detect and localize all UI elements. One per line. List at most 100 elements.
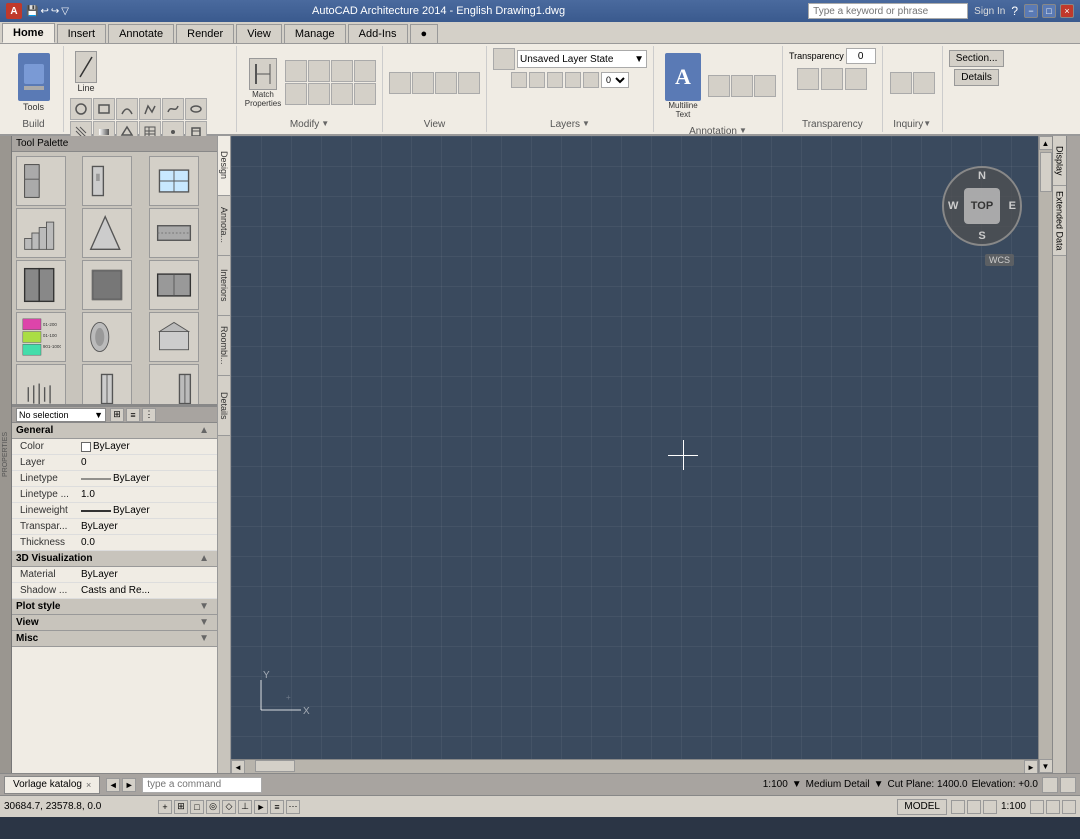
leader-btn[interactable]: [731, 75, 753, 97]
h-scroll-track[interactable]: [245, 760, 1024, 773]
close-btn[interactable]: ×: [1060, 4, 1074, 18]
tab-extra[interactable]: ●: [410, 24, 439, 43]
tab-nav-left[interactable]: ◄: [106, 778, 120, 792]
scroll-thumb[interactable]: [1040, 152, 1052, 192]
palette-item-door3[interactable]: [16, 260, 66, 310]
inquiry-dropdown-arrow[interactable]: ▼: [923, 119, 931, 128]
multiline-text-button[interactable]: A MultilineText: [660, 48, 706, 124]
status-icon-polar[interactable]: ◎: [206, 800, 220, 814]
trim-btn[interactable]: [308, 83, 330, 105]
palette-item-door5[interactable]: [149, 260, 199, 310]
props-icon-2[interactable]: ≡: [126, 408, 140, 422]
model-button[interactable]: MODEL: [897, 799, 947, 815]
model-icon-3[interactable]: [983, 800, 997, 814]
detail-dropdown-arrow[interactable]: ▼: [874, 779, 884, 790]
section-button[interactable]: Section...: [949, 50, 1005, 67]
search-input[interactable]: [808, 3, 968, 19]
tab-view[interactable]: View: [236, 24, 282, 43]
circle-btn[interactable]: [70, 98, 92, 120]
scroll-down-btn[interactable]: ▼: [1039, 759, 1053, 773]
match-props-button[interactable]: MatchProperties: [243, 55, 283, 111]
scroll-up-btn[interactable]: ▲: [1039, 136, 1053, 150]
inquiry-icon-2[interactable]: [913, 72, 935, 94]
palette-item-material2[interactable]: [82, 312, 132, 362]
status-icon-dynin[interactable]: ►: [254, 800, 268, 814]
palette-item-material3[interactable]: [149, 312, 199, 362]
tab-extended-data[interactable]: Extended Data: [1053, 186, 1066, 256]
drawing-canvas[interactable]: N S E W TOP WCS Y X + ▲: [231, 136, 1052, 773]
selection-dropdown[interactable]: No selection ▼: [16, 408, 106, 422]
tab-vorlage[interactable]: Vorlage katalog ×: [4, 776, 100, 794]
polyline-btn[interactable]: [139, 98, 161, 120]
tab-render[interactable]: Render: [176, 24, 234, 43]
mirror-btn[interactable]: [354, 60, 376, 82]
sign-in-btn[interactable]: Sign In: [974, 6, 1005, 17]
copy-btn[interactable]: [308, 60, 330, 82]
palette-item-detail3[interactable]: [149, 364, 199, 406]
palette-item-door1[interactable]: [16, 156, 66, 206]
tab-annota[interactable]: Annota...: [218, 196, 230, 256]
layer-icon-1[interactable]: [511, 72, 527, 88]
layer-icon-2[interactable]: [529, 72, 545, 88]
palette-item-material1[interactable]: 01-200 01-100 901-1000: [16, 312, 66, 362]
palette-item-stair1[interactable]: [16, 208, 66, 258]
layer-icon-3[interactable]: [547, 72, 563, 88]
layer-select[interactable]: 0: [601, 72, 629, 88]
tab-addins[interactable]: Add-Ins: [348, 24, 408, 43]
view-icon-2[interactable]: [1060, 777, 1076, 793]
tab-interiors[interactable]: Interiors: [218, 256, 230, 316]
scale-dropdown-arrow[interactable]: ▼: [792, 779, 802, 790]
props-icon-3[interactable]: ⋮: [142, 408, 156, 422]
model-icon-2[interactable]: [967, 800, 981, 814]
transparency-icon-3[interactable]: [845, 68, 867, 90]
status-icon-otrack[interactable]: ⊥: [238, 800, 252, 814]
details-button[interactable]: Details: [954, 69, 999, 86]
tab-close-vorlage[interactable]: ×: [86, 780, 91, 790]
status-icon-ortho[interactable]: □: [190, 800, 204, 814]
line-button[interactable]: Line: [70, 48, 102, 96]
scale-btn[interactable]: [285, 83, 307, 105]
compass-center-btn[interactable]: TOP: [964, 188, 1000, 224]
transparency-icon-2[interactable]: [821, 68, 843, 90]
view-section-header[interactable]: View ▼: [12, 615, 217, 631]
status-icon-osnap[interactable]: ◇: [222, 800, 236, 814]
palette-item-door4[interactable]: [82, 260, 132, 310]
layers-dropdown-arrow[interactable]: ▼: [582, 119, 590, 128]
status-icon-grid[interactable]: ⊞: [174, 800, 188, 814]
tab-home[interactable]: Home: [2, 23, 55, 43]
spline-btn[interactable]: [162, 98, 184, 120]
tab-display[interactable]: Display: [1053, 136, 1066, 186]
move-btn[interactable]: [285, 60, 307, 82]
minimize-btn[interactable]: −: [1024, 4, 1038, 18]
tab-annotate[interactable]: Annotate: [108, 24, 174, 43]
more-icon-1[interactable]: [1030, 800, 1044, 814]
tools-button[interactable]: Tools: [13, 48, 55, 117]
palette-item-wall1[interactable]: [149, 208, 199, 258]
erase-btn[interactable]: [354, 83, 376, 105]
layer-icon-4[interactable]: [565, 72, 581, 88]
h-scroll-thumb[interactable]: [255, 760, 295, 772]
plot-style-section-header[interactable]: Plot style ▼: [12, 599, 217, 615]
model-icon-1[interactable]: [951, 800, 965, 814]
view3d-btn[interactable]: [458, 72, 480, 94]
status-icon-snap[interactable]: +: [158, 800, 172, 814]
dim-btn[interactable]: [708, 75, 730, 97]
pan-btn[interactable]: [412, 72, 434, 94]
scroll-right-btn[interactable]: ►: [1024, 760, 1038, 773]
command-input[interactable]: [142, 777, 262, 793]
palette-item-detail2[interactable]: [82, 364, 132, 406]
tab-details-panel[interactable]: Details: [218, 376, 230, 436]
layer-state-dropdown[interactable]: Unsaved Layer State ▼: [517, 50, 647, 68]
more-icon-3[interactable]: [1062, 800, 1076, 814]
help-icon[interactable]: ?: [1011, 4, 1018, 18]
arc-btn[interactable]: [116, 98, 138, 120]
palette-item-window1[interactable]: [149, 156, 199, 206]
more-icon-2[interactable]: [1046, 800, 1060, 814]
tab-insert[interactable]: Insert: [57, 24, 107, 43]
scroll-track[interactable]: [1039, 150, 1052, 759]
scroll-left-btn[interactable]: ◄: [231, 760, 245, 773]
rotate-btn[interactable]: [331, 60, 353, 82]
layer-icon-5[interactable]: [583, 72, 599, 88]
status-icon-sc[interactable]: ⋯: [286, 800, 300, 814]
status-icon-lw[interactable]: ≡: [270, 800, 284, 814]
